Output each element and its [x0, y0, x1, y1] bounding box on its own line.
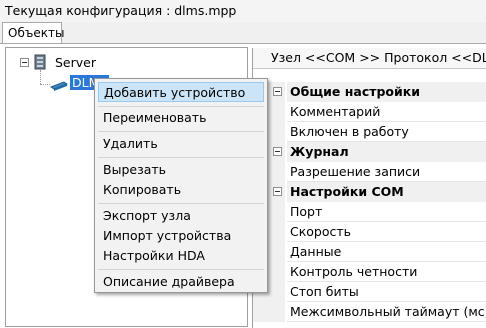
- menu-item-export-node[interactable]: Экспорт узла: [98, 206, 264, 226]
- property-label: Скорость: [290, 224, 352, 239]
- tree-line: [40, 70, 41, 84]
- menu-item-rename[interactable]: Переименовать: [98, 108, 264, 128]
- property-label: Общие настройки: [290, 84, 421, 99]
- property-row[interactable]: Данные: [253, 242, 486, 262]
- property-row[interactable]: Разрешение записи: [253, 162, 486, 182]
- category-collapse-toggle[interactable]: [273, 87, 282, 96]
- property-row[interactable]: Стоп биты: [253, 282, 486, 302]
- property-row[interactable]: Межсимвольный таймаут (мс): [253, 302, 486, 322]
- tab-objects-label: Объекты: [8, 26, 65, 40]
- property-row[interactable]: Включен в работу: [253, 122, 486, 142]
- category-general[interactable]: Общие настройки: [253, 82, 486, 102]
- menu-separator: [98, 106, 264, 107]
- property-row[interactable]: Комментарий: [253, 102, 486, 122]
- window-titlebar: Текущая конфигурация : dlms.mpp: [0, 0, 486, 23]
- property-label: Порт: [290, 204, 323, 219]
- menu-item-label: Копировать: [103, 182, 182, 197]
- menu-item-copy[interactable]: Копировать: [98, 180, 264, 200]
- menu-item-label: Переименовать: [103, 110, 207, 125]
- menu-item-cut[interactable]: Вырезать: [98, 160, 264, 180]
- category-collapse-toggle[interactable]: [273, 187, 282, 196]
- tab-strip: Объекты: [0, 22, 486, 44]
- device-icon: [50, 81, 68, 91]
- menu-item-label: Импорт устройства: [103, 228, 232, 243]
- property-grid-header: Узел <<COM >> Протокол <<DLMS: [253, 48, 486, 69]
- menu-item-import-device[interactable]: Импорт устройства: [98, 226, 264, 246]
- property-grid[interactable]: Узел <<COM >> Протокол <<DLMS Общие наст…: [252, 48, 486, 328]
- property-row[interactable]: Контроль четности: [253, 262, 486, 282]
- property-row[interactable]: Порт: [253, 202, 486, 222]
- property-label: Включен в работу: [290, 124, 409, 139]
- property-grid-header-text: Узел <<COM >> Протокол <<DLMS: [271, 50, 486, 65]
- menu-item-label: Добавить устройство: [104, 85, 246, 100]
- menu-separator: [98, 203, 264, 204]
- property-row[interactable]: Скорость: [253, 222, 486, 242]
- property-label: Разрешение записи: [290, 164, 421, 179]
- menu-item-label: Описание драйвера: [103, 274, 235, 289]
- property-label: Контроль четности: [290, 264, 418, 279]
- tree-line: [40, 84, 50, 85]
- menu-item-delete[interactable]: Удалить: [98, 134, 264, 154]
- category-journal[interactable]: Журнал: [253, 142, 486, 162]
- context-menu: Добавить устройство Переименовать Удалит…: [94, 78, 268, 293]
- tree-node-server[interactable]: Server: [55, 55, 96, 70]
- menu-separator: [98, 269, 264, 270]
- server-collapse-toggle[interactable]: [20, 58, 29, 67]
- menu-item-driver-description[interactable]: Описание драйвера: [98, 272, 264, 292]
- property-label: Стоп биты: [290, 284, 359, 299]
- category-com-settings[interactable]: Настройки COM: [253, 182, 486, 202]
- server-icon: [34, 54, 46, 70]
- menu-item-hda-settings[interactable]: Настройки HDA: [98, 246, 264, 266]
- menu-item-label: Экспорт узла: [103, 208, 191, 223]
- menu-separator: [98, 157, 264, 158]
- window-title: Текущая конфигурация : dlms.mpp: [5, 3, 237, 18]
- menu-item-add-device[interactable]: Добавить устройство: [98, 82, 264, 102]
- property-label: Комментарий: [290, 104, 381, 119]
- category-collapse-toggle[interactable]: [273, 147, 282, 156]
- menu-item-label: Настройки HDA: [103, 248, 205, 263]
- property-label: Межсимвольный таймаут (мс): [290, 304, 486, 319]
- menu-item-label: Удалить: [103, 136, 158, 151]
- menu-item-label: Вырезать: [103, 162, 167, 177]
- property-label: Данные: [290, 244, 342, 259]
- property-label: Журнал: [290, 144, 349, 159]
- menu-separator: [98, 131, 264, 132]
- property-label: Настройки COM: [290, 184, 404, 199]
- tab-objects[interactable]: Объекты: [2, 22, 65, 44]
